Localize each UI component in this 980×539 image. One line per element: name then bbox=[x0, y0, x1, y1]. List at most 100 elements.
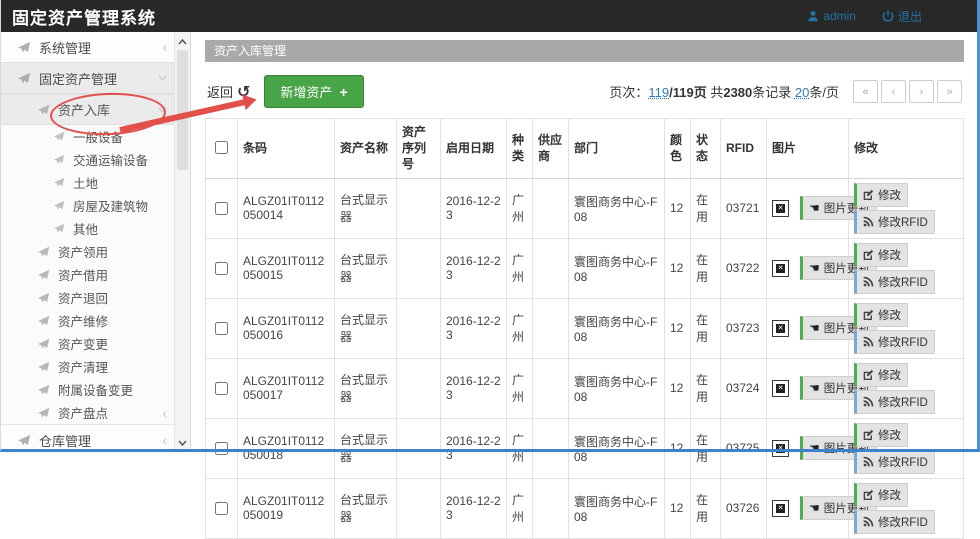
panel-title: 资产入库管理 bbox=[205, 40, 964, 62]
plane-icon bbox=[54, 200, 65, 211]
top-header-bar: 固定资产管理系统 admin 退出 bbox=[0, 0, 980, 32]
dept-cell: 寰图商务中心-F08 bbox=[569, 178, 665, 238]
sidebar-item-label: 房屋及建筑物 bbox=[73, 196, 175, 215]
sidebar-item-label: 附属设备变更 bbox=[58, 380, 175, 399]
supplier-cell bbox=[533, 478, 569, 538]
chevron-left-icon: ‹ bbox=[162, 406, 167, 420]
user-icon bbox=[807, 10, 819, 22]
records-suffix: 条记录 bbox=[752, 85, 791, 100]
scroll-up-icon[interactable] bbox=[175, 34, 190, 49]
edit-label: 修改 bbox=[878, 487, 901, 503]
add-asset-button[interactable]: 新增资产 + bbox=[264, 75, 363, 108]
edit-button[interactable]: 修改 bbox=[854, 243, 908, 267]
row-checkbox[interactable] bbox=[215, 382, 228, 395]
sidebar-item-asset-issue[interactable]: 资产领用 bbox=[0, 240, 175, 263]
next-page-button[interactable]: › bbox=[909, 80, 934, 103]
edit-rfid-button[interactable]: 修改RFID bbox=[854, 450, 935, 474]
last-page-button[interactable]: » bbox=[937, 80, 962, 103]
status-cell: 在用 bbox=[691, 358, 721, 418]
sidebar-item-asset-return[interactable]: 资产退回 bbox=[0, 286, 175, 309]
main-content: 资产入库管理 返回 ↺ 新增资产 + 页次：119/119页 共2380条记录 … bbox=[191, 32, 980, 452]
sidebar-item-asset-borrow[interactable]: 资产借用 bbox=[0, 263, 175, 286]
color-cell: 12 bbox=[665, 418, 691, 478]
power-icon bbox=[882, 10, 894, 22]
col-header-supplier: 供应商 bbox=[533, 119, 569, 179]
pencil-icon bbox=[863, 489, 874, 500]
broken-image-icon[interactable]: ✕ bbox=[772, 260, 789, 277]
edit-rfid-button[interactable]: 修改RFID bbox=[854, 210, 935, 234]
sidebar-item-fixed-asset-mgmt[interactable]: 固定资产管理 bbox=[0, 62, 175, 94]
serial-cell bbox=[397, 478, 441, 538]
hand-pointer-icon: ☚ bbox=[809, 502, 820, 514]
sidebar-item-buildings[interactable]: 房屋及建筑物 bbox=[0, 194, 175, 217]
edit-rfid-button[interactable]: 修改RFID bbox=[854, 330, 935, 354]
broken-image-icon[interactable]: ✕ bbox=[772, 500, 789, 517]
sidebar-item-warehouse-mgmt[interactable]: 仓库管理 ‹ bbox=[0, 424, 175, 452]
broken-image-icon[interactable]: ✕ bbox=[772, 440, 789, 457]
barcode-cell: ALGZ01IT0112050014 bbox=[238, 178, 335, 238]
plane-icon bbox=[18, 72, 31, 85]
broken-image-icon[interactable]: ✕ bbox=[772, 380, 789, 397]
page-size-link[interactable]: 20 bbox=[795, 85, 809, 100]
row-checkbox[interactable] bbox=[215, 202, 228, 215]
asset-name-cell: 台式显示器 bbox=[335, 418, 397, 478]
user-label: admin bbox=[823, 9, 856, 23]
asset-name-cell: 台式显示器 bbox=[335, 178, 397, 238]
edit-rfid-label: 修改RFID bbox=[878, 274, 928, 290]
logout-link[interactable]: 退出 bbox=[882, 8, 922, 25]
sidebar-item-attachment-change[interactable]: 附属设备变更 bbox=[0, 378, 175, 401]
prev-page-button[interactable]: ‹ bbox=[881, 80, 906, 103]
row-checkbox[interactable] bbox=[215, 442, 228, 455]
date-cell: 2016-12-23 bbox=[441, 178, 507, 238]
back-button[interactable]: 返回 ↺ bbox=[207, 82, 250, 102]
sidebar-item-other[interactable]: 其他 bbox=[0, 217, 175, 240]
edit-rfid-button[interactable]: 修改RFID bbox=[854, 270, 935, 294]
rfid-cell: 03724 bbox=[721, 358, 767, 418]
sidebar-item-system-mgmt[interactable]: 系统管理 ‹ bbox=[0, 32, 175, 62]
edit-rfid-button[interactable]: 修改RFID bbox=[854, 510, 935, 534]
sidebar-item-label: 系统管理 bbox=[39, 38, 162, 57]
scroll-down-icon[interactable] bbox=[175, 435, 190, 450]
col-header-image: 图片 bbox=[767, 119, 849, 179]
row-checkbox[interactable] bbox=[215, 322, 228, 335]
serial-cell bbox=[397, 178, 441, 238]
edit-button[interactable]: 修改 bbox=[854, 423, 908, 447]
sidebar-item-transport-equipment[interactable]: 交通运输设备 bbox=[0, 148, 175, 171]
edit-button[interactable]: 修改 bbox=[854, 303, 908, 327]
serial-cell bbox=[397, 358, 441, 418]
sidebar-item-general-equipment[interactable]: 一般设备 bbox=[0, 125, 175, 148]
edit-button[interactable]: 修改 bbox=[854, 363, 908, 387]
sidebar-item-asset-repair[interactable]: 资产维修 bbox=[0, 309, 175, 332]
first-page-button[interactable]: « bbox=[853, 80, 878, 103]
date-cell: 2016-12-23 bbox=[441, 418, 507, 478]
chevron-left-icon: ‹ bbox=[162, 433, 167, 447]
scrollbar-thumb[interactable] bbox=[177, 50, 188, 170]
row-checkbox[interactable] bbox=[215, 262, 228, 275]
table-body: ALGZ01IT0112050014 台式显示器 2016-12-23 广州 寰… bbox=[206, 178, 964, 538]
sidebar-scrollbar[interactable] bbox=[174, 32, 190, 452]
rfid-signal-icon bbox=[863, 456, 874, 467]
sidebar-item-asset-inventory[interactable]: 资产盘点 ‹ bbox=[0, 401, 175, 424]
broken-image-icon[interactable]: ✕ bbox=[772, 200, 789, 217]
select-all-checkbox[interactable] bbox=[215, 141, 228, 154]
plane-icon bbox=[38, 104, 50, 116]
sidebar-item-asset-cleanup[interactable]: 资产清理 bbox=[0, 355, 175, 378]
col-header-dept: 部门 bbox=[569, 119, 665, 179]
barcode-cell: ALGZ01IT0112050017 bbox=[238, 358, 335, 418]
rfid-cell: 03725 bbox=[721, 418, 767, 478]
edit-button[interactable]: 修改 bbox=[854, 183, 908, 207]
sidebar-item-label: 资产盘点 bbox=[58, 403, 162, 422]
page-label: 页次： bbox=[609, 85, 648, 100]
supplier-cell bbox=[533, 238, 569, 298]
row-checkbox[interactable] bbox=[215, 502, 228, 515]
sidebar-item-land[interactable]: 土地 bbox=[0, 171, 175, 194]
sidebar-item-asset-inbound[interactable]: 资产入库 bbox=[0, 94, 175, 125]
plane-icon bbox=[38, 384, 50, 396]
sidebar-item-asset-change[interactable]: 资产变更 bbox=[0, 332, 175, 355]
broken-image-icon[interactable]: ✕ bbox=[772, 320, 789, 337]
current-page-link[interactable]: 119 bbox=[648, 85, 669, 100]
plane-icon bbox=[38, 361, 50, 373]
user-account-link[interactable]: admin bbox=[807, 9, 856, 23]
edit-rfid-button[interactable]: 修改RFID bbox=[854, 390, 935, 414]
edit-button[interactable]: 修改 bbox=[854, 483, 908, 507]
